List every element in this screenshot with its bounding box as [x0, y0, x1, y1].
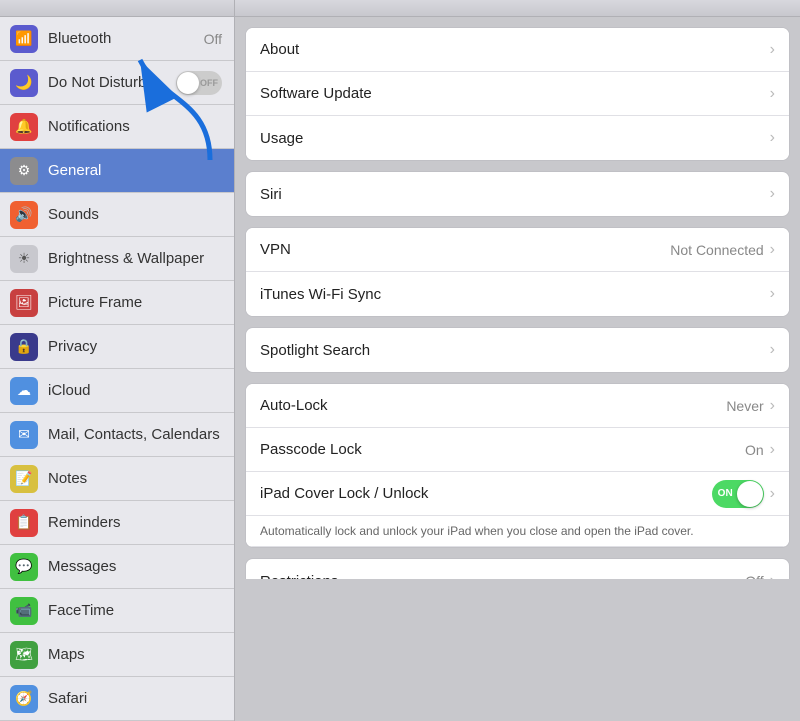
facetime-icon: 📹 — [10, 597, 38, 625]
pictureframe-icon: 🖼 — [10, 289, 38, 317]
notifications-icon: 🔔 — [10, 113, 38, 141]
sidebar-label-sounds: Sounds — [48, 206, 226, 223]
settings-row-ituneswifisync[interactable]: iTunes Wi-Fi Sync› — [246, 272, 789, 316]
restrictions-chevron: › — [770, 572, 775, 579]
sidebar-item-privacy[interactable]: 🔒 Privacy — [0, 325, 234, 369]
row-label-spotlightsearch: Spotlight Search — [260, 342, 770, 359]
sidebar-label-maps: Maps — [48, 646, 226, 663]
bluetooth-icon: 📶 — [10, 25, 38, 53]
sidebar-label-safari: Safari — [48, 690, 226, 707]
row-value-autolock: Never — [726, 398, 763, 414]
sidebar-label-donotdisturb: Do Not Disturb — [48, 74, 176, 91]
sidebar-item-safari[interactable]: 🧭 Safari — [0, 677, 234, 721]
reminders-icon: 📋 — [10, 509, 38, 537]
sidebar-label-privacy: Privacy — [48, 338, 226, 355]
sidebar-header — [0, 0, 234, 17]
sidebar-item-bluetooth[interactable]: 📶 BluetoothOff — [0, 17, 234, 61]
sidebar-label-brightness: Brightness & Wallpaper — [48, 250, 226, 267]
about-chevron: › — [770, 41, 775, 59]
ipadcoverlock-chevron: › — [770, 485, 775, 503]
sidebar-item-donotdisturb[interactable]: 🌙 Do Not DisturbOFF — [0, 61, 234, 105]
settings-row-ipadcoverlock[interactable]: iPad Cover Lock / UnlockON › — [246, 472, 789, 516]
settings-group-group6: RestrictionsOff › — [245, 558, 790, 579]
settings-row-passcodelock[interactable]: Passcode LockOn › — [246, 428, 789, 472]
sidebar-item-brightness[interactable]: ☀ Brightness & Wallpaper — [0, 237, 234, 281]
softwareupdate-chevron: › — [770, 85, 775, 103]
usage-chevron: › — [770, 129, 775, 147]
sidebar-label-icloud: iCloud — [48, 382, 226, 399]
row-label-autolock: Auto-Lock — [260, 397, 726, 414]
sidebar-item-messages[interactable]: 💬 Messages — [0, 545, 234, 589]
settings-row-about[interactable]: About› — [246, 28, 789, 72]
sidebar-label-bluetooth: Bluetooth — [48, 30, 204, 47]
ipadcoverlock-toggle[interactable]: ON — [712, 480, 764, 508]
donotdisturb-icon: 🌙 — [10, 69, 38, 97]
ituneswifisync-chevron: › — [770, 285, 775, 303]
sidebar-label-facetime: FaceTime — [48, 602, 226, 619]
row-label-usage: Usage — [260, 130, 770, 147]
siri-chevron: › — [770, 185, 775, 203]
settings-row-spotlightsearch[interactable]: Spotlight Search› — [246, 328, 789, 372]
sidebar-item-sounds[interactable]: 🔊 Sounds — [0, 193, 234, 237]
sidebar-label-mail: Mail, Contacts, Calendars — [48, 426, 226, 443]
sidebar-item-general[interactable]: ⚙ General — [0, 149, 234, 193]
row-label-passcodelock: Passcode Lock — [260, 441, 745, 458]
notes-icon: 📝 — [10, 465, 38, 493]
brightness-icon: ☀ — [10, 245, 38, 273]
row-label-restrictions: Restrictions — [260, 573, 745, 580]
spotlightsearch-chevron: › — [770, 341, 775, 359]
sidebar-label-reminders: Reminders — [48, 514, 226, 531]
sidebar-item-facetime[interactable]: 📹 FaceTime — [0, 589, 234, 633]
messages-icon: 💬 — [10, 553, 38, 581]
settings-row-vpn[interactable]: VPNNot Connected › — [246, 228, 789, 272]
icloud-icon: ☁ — [10, 377, 38, 405]
general-icon: ⚙ — [10, 157, 38, 185]
row-label-siri: Siri — [260, 186, 770, 203]
mail-icon: ✉ — [10, 421, 38, 449]
sidebar-item-reminders[interactable]: 📋 Reminders — [0, 501, 234, 545]
row-label-softwareupdate: Software Update — [260, 85, 770, 102]
sidebar-label-general: General — [48, 162, 226, 179]
settings-row-softwareupdate[interactable]: Software Update› — [246, 72, 789, 116]
maps-icon: 🗺 — [10, 641, 38, 669]
sidebar-label-messages: Messages — [48, 558, 226, 575]
row-label-vpn: VPN — [260, 241, 670, 258]
row-value-restrictions: Off — [745, 573, 763, 579]
main-header — [235, 0, 800, 17]
sidebar-label-notifications: Notifications — [48, 118, 226, 135]
sidebar-value-bluetooth: Off — [204, 31, 222, 47]
sidebar-item-icloud[interactable]: ☁ iCloud — [0, 369, 234, 413]
row-value-vpn: Not Connected — [670, 242, 763, 258]
sounds-icon: 🔊 — [10, 201, 38, 229]
sidebar-label-pictureframe: Picture Frame — [48, 294, 226, 311]
row-value-passcodelock: On — [745, 442, 764, 458]
row-label-ipadcoverlock: iPad Cover Lock / Unlock — [260, 485, 712, 502]
settings-row-restrictions[interactable]: RestrictionsOff › — [246, 559, 789, 579]
settings-group-group4: Spotlight Search› — [245, 327, 790, 373]
group-group5-note: Automatically lock and unlock your iPad … — [246, 516, 789, 547]
settings-group-group3: VPNNot Connected›iTunes Wi-Fi Sync› — [245, 227, 790, 317]
row-label-about: About — [260, 41, 770, 58]
sidebar-item-notes[interactable]: 📝 Notes — [0, 457, 234, 501]
sidebar-item-mail[interactable]: ✉ Mail, Contacts, Calendars — [0, 413, 234, 457]
sidebar-item-maps[interactable]: 🗺 Maps — [0, 633, 234, 677]
safari-icon: 🧭 — [10, 685, 38, 713]
vpn-chevron: › — [770, 241, 775, 259]
sidebar-item-notifications[interactable]: 🔔 Notifications — [0, 105, 234, 149]
settings-group-group1: About›Software Update›Usage› — [245, 27, 790, 161]
settings-row-autolock[interactable]: Auto-LockNever › — [246, 384, 789, 428]
autolock-chevron: › — [770, 397, 775, 415]
sidebar-item-pictureframe[interactable]: 🖼 Picture Frame — [0, 281, 234, 325]
settings-row-siri[interactable]: Siri› — [246, 172, 789, 216]
settings-group-group2: Siri› — [245, 171, 790, 217]
row-label-ituneswifisync: iTunes Wi-Fi Sync — [260, 286, 770, 303]
privacy-icon: 🔒 — [10, 333, 38, 361]
passcodelock-chevron: › — [770, 441, 775, 459]
sidebar-label-notes: Notes — [48, 470, 226, 487]
settings-row-usage[interactable]: Usage› — [246, 116, 789, 160]
settings-group-group5: Auto-LockNever›Passcode LockOn›iPad Cove… — [245, 383, 790, 548]
donotdisturb-toggle[interactable]: OFF — [176, 71, 222, 95]
